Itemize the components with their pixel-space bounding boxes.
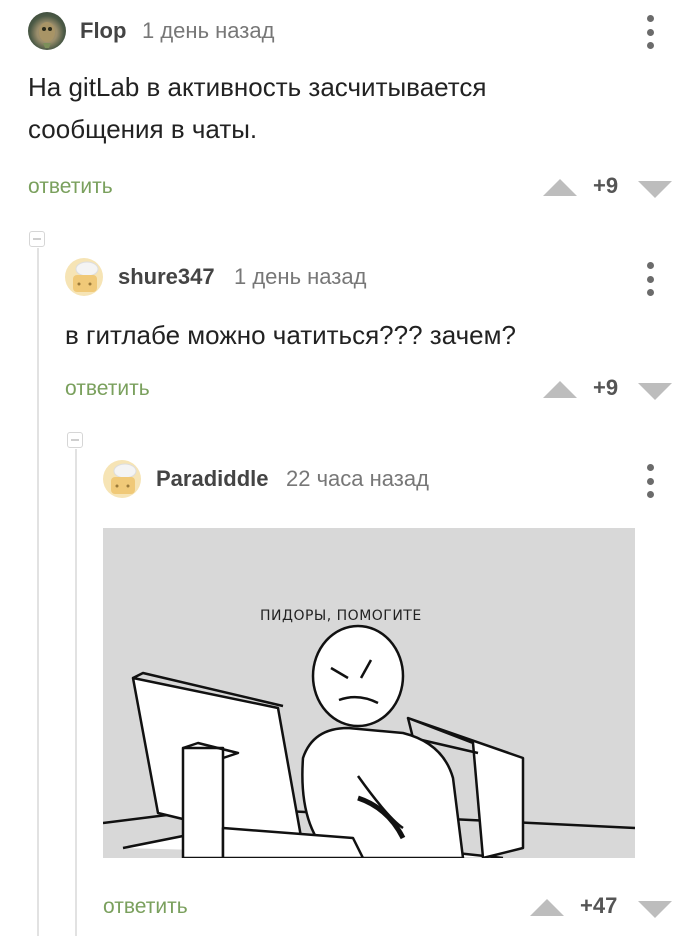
more-options-icon[interactable] <box>645 262 655 296</box>
timestamp: 22 часа назад <box>286 466 429 491</box>
downvote-icon[interactable] <box>638 383 672 400</box>
default-avatar-icon <box>111 463 137 494</box>
timestamp: 1 день назад <box>234 264 367 289</box>
username[interactable]: Flop <box>80 18 126 44</box>
avatar[interactable] <box>28 12 66 50</box>
downvote-icon[interactable] <box>638 901 672 918</box>
meme-drawing <box>103 624 635 858</box>
downvote-icon[interactable] <box>638 181 672 198</box>
upvote-icon[interactable] <box>543 179 577 196</box>
rating: +9 <box>593 173 619 198</box>
default-avatar-icon <box>73 261 99 292</box>
avatar[interactable] <box>65 258 103 296</box>
rating: +9 <box>593 375 619 400</box>
collapse-thread-button[interactable] <box>67 432 83 448</box>
rating: +47 <box>580 893 618 918</box>
reply-button[interactable]: ответить <box>65 377 150 401</box>
comment-image[interactable]: ПИДОРЫ, ПОМОГИТЕ <box>103 528 635 858</box>
reply-button[interactable]: ответить <box>103 895 188 919</box>
username[interactable]: Paradiddle <box>156 466 268 492</box>
owl-icon <box>39 22 55 48</box>
comment-text: На gitLab в активность засчитывается соо… <box>28 72 487 144</box>
more-options-icon[interactable] <box>645 464 655 498</box>
upvote-icon[interactable] <box>543 381 577 398</box>
reply-button[interactable]: ответить <box>28 175 113 199</box>
thread-line[interactable] <box>37 248 39 936</box>
collapse-thread-button[interactable] <box>29 231 45 247</box>
comment-text: в гитлабе можно чатиться??? зачем? <box>65 320 516 350</box>
avatar[interactable] <box>103 460 141 498</box>
username[interactable]: shure347 <box>118 264 215 290</box>
thread-line[interactable] <box>75 449 77 936</box>
more-options-icon[interactable] <box>645 15 655 49</box>
upvote-icon[interactable] <box>530 899 564 916</box>
timestamp: 1 день назад <box>142 18 275 43</box>
